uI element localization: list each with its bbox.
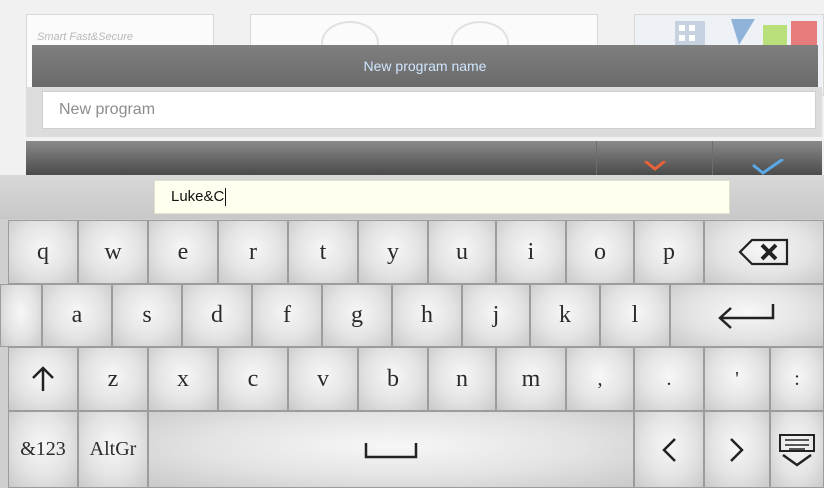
arrow-left-key[interactable] (634, 411, 704, 488)
key-l[interactable]: l (600, 284, 670, 347)
numbers-key[interactable]: &123 (8, 411, 78, 488)
shift-arrow-icon (32, 366, 54, 391)
key-m[interactable]: m (496, 347, 566, 411)
key-t[interactable]: t (288, 220, 358, 284)
space-key[interactable] (148, 411, 634, 488)
text-caret (225, 188, 227, 207)
key-colon[interactable]: : (770, 347, 824, 411)
key-o[interactable]: o (566, 220, 634, 284)
key-row2-left-spacer (0, 284, 42, 347)
key-z[interactable]: z (78, 347, 148, 411)
backspace-icon (738, 238, 789, 266)
key-apostrophe[interactable]: ' (704, 347, 770, 411)
confirm-button[interactable] (712, 141, 823, 175)
key-h[interactable]: h (392, 284, 462, 347)
key-x[interactable]: x (148, 347, 218, 411)
name-input-container (26, 87, 822, 137)
key-a[interactable]: a (42, 284, 112, 347)
key-q[interactable]: q (8, 220, 78, 284)
key-s[interactable]: s (112, 284, 182, 347)
key-period[interactable]: . (634, 347, 704, 411)
keyboard-text-value: Luke&C (171, 188, 225, 205)
key-y[interactable]: y (358, 220, 428, 284)
enter-icon (718, 303, 775, 329)
dialog-title: New program name (32, 45, 818, 87)
key-b[interactable]: b (358, 347, 428, 411)
on-screen-keyboard: Luke&C q w e r t y u i o p a s d f g h j… (0, 175, 824, 488)
key-v[interactable]: v (288, 347, 358, 411)
keyboard-text-field[interactable]: Luke&C (154, 180, 730, 214)
key-d[interactable]: d (182, 284, 252, 347)
arrow-right-key[interactable] (704, 411, 770, 488)
space-bar-icon (364, 442, 418, 458)
key-i[interactable]: i (496, 220, 566, 284)
key-r[interactable]: r (218, 220, 288, 284)
rename-dialog: New program name (26, 45, 822, 175)
close-icon (644, 161, 666, 171)
enter-key[interactable] (670, 284, 824, 347)
arrow-left-icon (662, 437, 676, 462)
backspace-key[interactable] (704, 220, 824, 284)
key-e[interactable]: e (148, 220, 218, 284)
key-f[interactable]: f (252, 284, 322, 347)
keyboard-text-bar: Luke&C (0, 175, 824, 219)
key-j[interactable]: j (462, 284, 530, 347)
arrow-right-icon (730, 437, 744, 462)
shift-key[interactable] (8, 347, 78, 411)
key-p[interactable]: p (634, 220, 704, 284)
keyboard-hide-icon (779, 433, 815, 467)
key-w[interactable]: w (78, 220, 148, 284)
cancel-button[interactable] (596, 141, 713, 175)
program-name-input[interactable] (42, 91, 816, 129)
hide-keyboard-key[interactable] (770, 411, 824, 488)
key-c[interactable]: c (218, 347, 288, 411)
check-icon (752, 159, 784, 175)
key-g[interactable]: g (322, 284, 392, 347)
app-logo-text: Smart Fast&Secure (37, 31, 133, 43)
key-k[interactable]: k (530, 284, 600, 347)
key-comma[interactable]: , (566, 347, 634, 411)
altgr-key[interactable]: AltGr (78, 411, 148, 488)
key-n[interactable]: n (428, 347, 496, 411)
dialog-action-bar (26, 141, 822, 175)
key-u[interactable]: u (428, 220, 496, 284)
